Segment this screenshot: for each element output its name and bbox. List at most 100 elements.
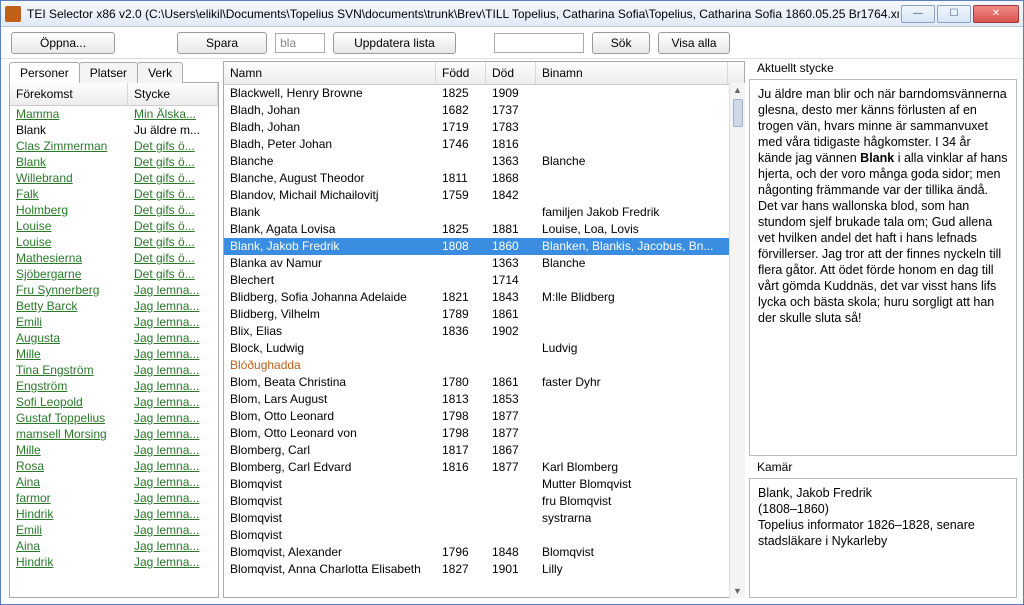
occurrence-row[interactable]: Mathesierna Det gifs ö...	[10, 250, 218, 266]
close-button[interactable]: ✕	[973, 5, 1019, 23]
name-row[interactable]: Blankfamiljen Jakob Fredrik	[224, 204, 744, 221]
occurrence-link[interactable]: Sjöbergarne	[16, 267, 81, 281]
stycke-link[interactable]: Jag lemna...	[134, 347, 199, 361]
occurrence-row[interactable]: Holmberg Det gifs ö...	[10, 202, 218, 218]
name-row[interactable]: Bladh, Johan16821737	[224, 102, 744, 119]
occurrence-row[interactable]: farmorJag lemna...	[10, 490, 218, 506]
occurrence-link[interactable]: Holmberg	[16, 203, 68, 217]
show-all-button[interactable]: Visa alla	[658, 32, 729, 54]
name-row[interactable]: Blank, Jakob Fredrik18081860Blanken, Bla…	[224, 238, 744, 255]
occurrence-row[interactable]: AugustaJag lemna...	[10, 330, 218, 346]
stycke-link[interactable]: Jag lemna...	[134, 475, 199, 489]
occurrence-link[interactable]: Engström	[16, 379, 67, 393]
name-row[interactable]: Blanche1363Blanche	[224, 153, 744, 170]
name-row[interactable]: Blomqvistsystrarna	[224, 510, 744, 527]
stycke-link[interactable]: Jag lemna...	[134, 283, 199, 297]
occurrence-link[interactable]: Blank	[16, 155, 46, 169]
name-row[interactable]: Blandov, Michail Michailovitj17591842	[224, 187, 744, 204]
stycke-link[interactable]: Jag lemna...	[134, 539, 199, 553]
name-row[interactable]: Blom, Otto Leonard17981877	[224, 408, 744, 425]
occurrence-link[interactable]: Hindrik	[16, 507, 53, 521]
occurrence-row[interactable]: AinaJag lemna...	[10, 538, 218, 554]
open-button[interactable]: Öppna...	[11, 32, 115, 54]
stycke-link[interactable]: Jag lemna...	[134, 459, 199, 473]
stycke-link[interactable]: Det gifs ö...	[134, 203, 195, 217]
name-row[interactable]: Blomberg, Carl18171867	[224, 442, 744, 459]
name-row[interactable]: Blomqvist	[224, 527, 744, 544]
occurrence-link[interactable]: Emili	[16, 523, 42, 537]
name-row[interactable]: Bladh, Johan17191783	[224, 119, 744, 136]
name-row[interactable]: Blidberg, Sofia Johanna Adelaide18211843…	[224, 289, 744, 306]
maximize-button[interactable]: ☐	[937, 5, 971, 23]
stycke-link[interactable]: Det gifs ö...	[134, 155, 195, 169]
name-row[interactable]: Blechert1714	[224, 272, 744, 289]
stycke-link[interactable]: Det gifs ö...	[134, 171, 195, 185]
occurrence-link[interactable]: Mille	[16, 443, 41, 457]
stycke-link[interactable]: Det gifs ö...	[134, 251, 195, 265]
name-row[interactable]: Blomqvist, Anna Charlotta Elisabeth18271…	[224, 561, 744, 578]
occurrence-row[interactable]: Fru Synnerberg Jag lemna...	[10, 282, 218, 298]
name-row[interactable]: Blank, Agata Lovisa18251881Louise, Loa, …	[224, 221, 744, 238]
occurrence-row[interactable]: Mille Jag lemna...	[10, 442, 218, 458]
occurrence-row[interactable]: EmiliJag lemna...	[10, 522, 218, 538]
occurrence-row[interactable]: RosaJag lemna...	[10, 458, 218, 474]
stycke-link[interactable]: Jag lemna...	[134, 411, 199, 425]
occurrence-row[interactable]: Gustaf ToppeliusJag lemna...	[10, 410, 218, 426]
occurrence-row[interactable]: LouiseDet gifs ö...	[10, 234, 218, 250]
stycke-link[interactable]: Det gifs ö...	[134, 219, 195, 233]
col-fodd[interactable]: Född	[436, 62, 486, 84]
occurrence-row[interactable]: Clas ZimmermanDet gifs ö...	[10, 138, 218, 154]
occurrence-row[interactable]: FalkDet gifs ö...	[10, 186, 218, 202]
name-row[interactable]: Block, LudwigLudvig	[224, 340, 744, 357]
name-row[interactable]: Bladh, Peter Johan17461816	[224, 136, 744, 153]
name-row[interactable]: BlomqvistMutter Blomqvist	[224, 476, 744, 493]
stycke-link[interactable]: Jag lemna...	[134, 443, 199, 457]
scroll-up-icon[interactable]: ▲	[731, 83, 745, 97]
occurrence-row[interactable]: Louise Det gifs ö...	[10, 218, 218, 234]
occurrence-link[interactable]: Louise	[16, 219, 51, 233]
name-row[interactable]: Blóðughadda	[224, 357, 744, 374]
name-row[interactable]: Blomberg, Carl Edvard18161877Karl Blombe…	[224, 459, 744, 476]
col-stycke[interactable]: Stycke	[128, 83, 218, 105]
occurrence-link[interactable]: Mathesierna	[16, 251, 82, 265]
stycke-link[interactable]: Det gifs ö...	[134, 267, 195, 281]
stycke-link[interactable]: Jag lemna...	[134, 379, 199, 393]
occurrence-link[interactable]: Falk	[16, 187, 39, 201]
scroll-down-icon[interactable]: ▼	[731, 584, 745, 598]
name-row[interactable]: Blom, Beata Christina17801861faster Dyhr	[224, 374, 744, 391]
occurrence-row[interactable]: Mille Jag lemna...	[10, 346, 218, 362]
occurrence-link[interactable]: Fru Synnerberg	[16, 283, 99, 297]
filter-input[interactable]	[275, 33, 325, 53]
occurrence-link[interactable]: Hindrik	[16, 555, 53, 569]
save-button[interactable]: Spara	[177, 32, 267, 54]
occurrence-link[interactable]: Betty Barck	[16, 299, 77, 313]
stycke-link[interactable]: Jag lemna...	[134, 507, 199, 521]
occurrence-row[interactable]: Sjöbergarne Det gifs ö...	[10, 266, 218, 282]
minimize-button[interactable]: —	[901, 5, 935, 23]
stycke-link[interactable]: Jag lemna...	[134, 315, 199, 329]
occurrence-row[interactable]: BlankJu äldre m...	[10, 122, 218, 138]
occurrence-row[interactable]: Blank Det gifs ö...	[10, 154, 218, 170]
stycke-link[interactable]: Jag lemna...	[134, 427, 199, 441]
occurrence-link[interactable]: Clas Zimmerman	[16, 139, 107, 153]
name-scrollbar[interactable]: ▲ ▼	[729, 83, 745, 598]
occurrence-link[interactable]: Aina	[16, 475, 40, 489]
occurrence-link[interactable]: Mille	[16, 347, 41, 361]
stycke-link[interactable]: Jag lemna...	[134, 331, 199, 345]
name-row[interactable]: Blomqvistfru Blomqvist	[224, 493, 744, 510]
name-row[interactable]: Blix, Elias18361902	[224, 323, 744, 340]
occurrence-row[interactable]: Engström Jag lemna...	[10, 378, 218, 394]
occurrence-row[interactable]: Betty BarckJag lemna...	[10, 298, 218, 314]
occurrence-link[interactable]: Sofi Leopold	[16, 395, 83, 409]
name-row[interactable]: Blomqvist, Alexander17961848Blomqvist	[224, 544, 744, 561]
search-input[interactable]	[494, 33, 584, 53]
search-button[interactable]: Sök	[592, 32, 651, 54]
stycke-link[interactable]: Jag lemna...	[134, 555, 199, 569]
stycke-link[interactable]: Jag lemna...	[134, 491, 199, 505]
occurrence-row[interactable]: Tina EngströmJag lemna...	[10, 362, 218, 378]
name-row[interactable]: Blanche, August Theodor18111868	[224, 170, 744, 187]
scroll-thumb[interactable]	[733, 99, 743, 127]
name-row[interactable]: Blackwell, Henry Browne18251909	[224, 85, 744, 102]
col-namn[interactable]: Namn	[224, 62, 436, 84]
tab-platser[interactable]: Platser	[79, 62, 138, 83]
